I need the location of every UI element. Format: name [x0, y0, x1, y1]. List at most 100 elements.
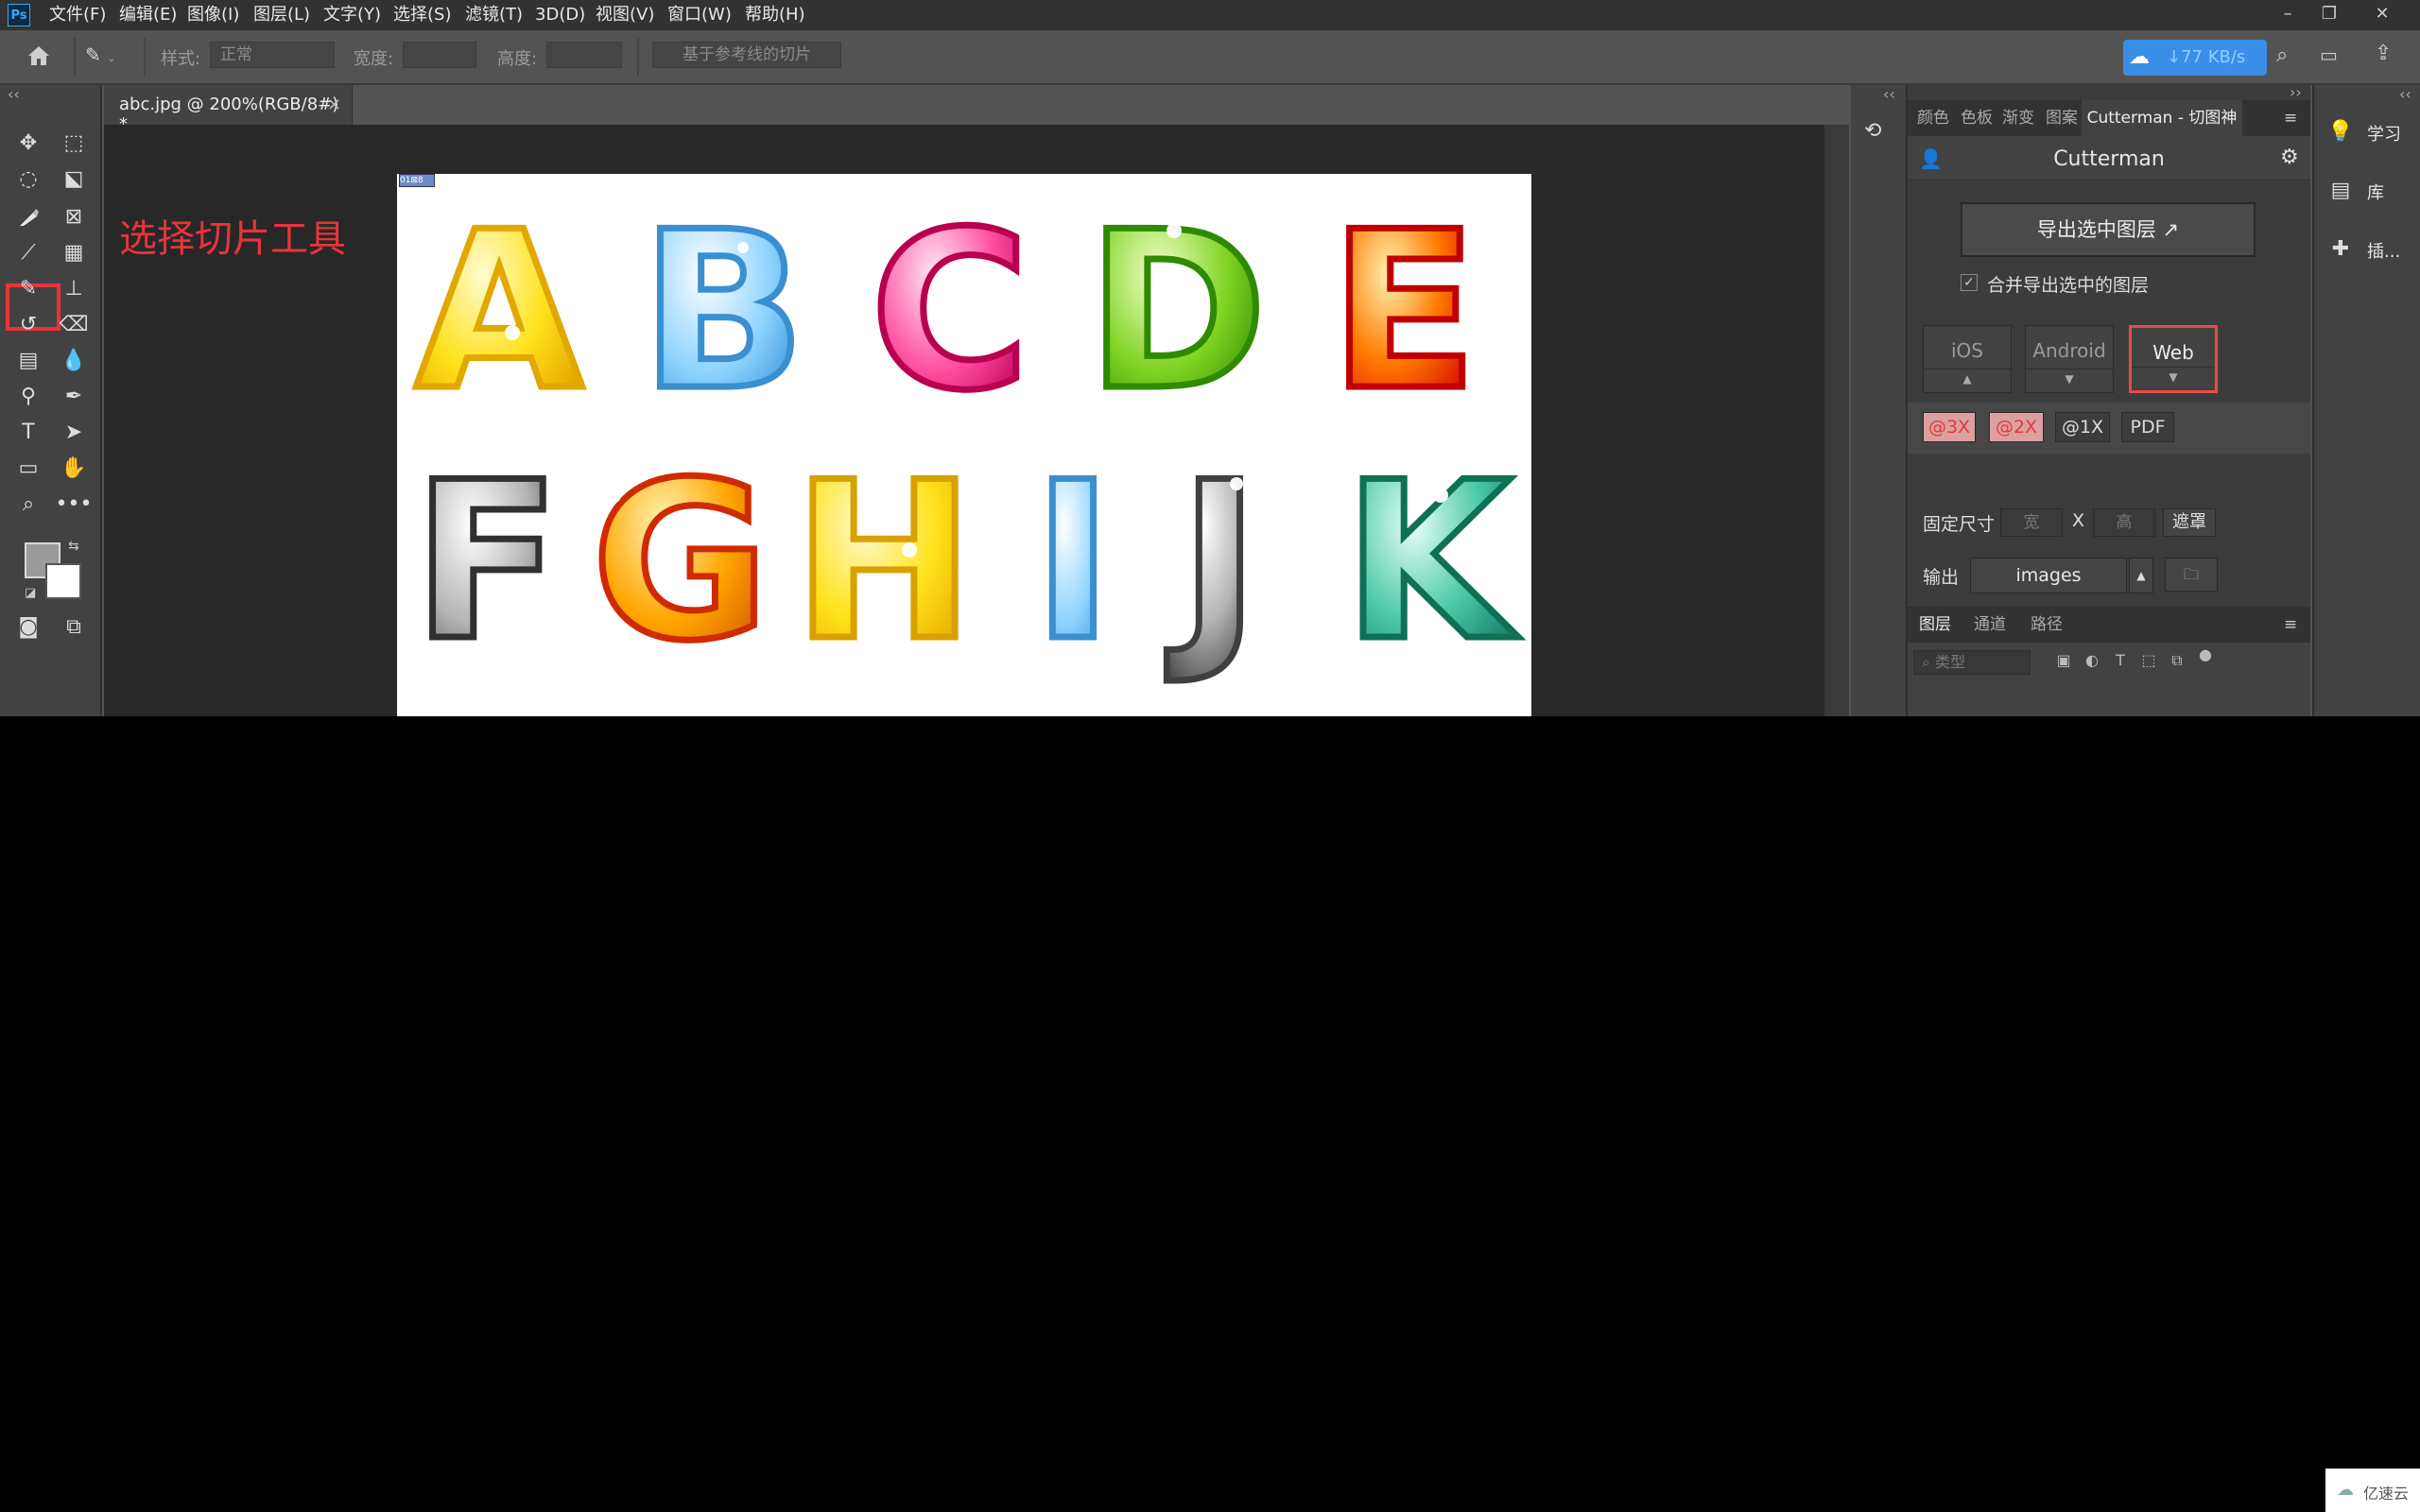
merge-export-checkbox[interactable]: ✓ — [1961, 274, 1978, 291]
hand-tool-icon[interactable]: ✋ — [55, 452, 93, 486]
slice-tool-icon[interactable] — [9, 200, 47, 234]
cutterman-header: 👤 Cutterman ⚙ — [1908, 136, 2310, 180]
scale-2x-button[interactable]: @2X — [1989, 412, 2044, 442]
settings-gear-icon[interactable]: ⚙ — [2280, 146, 2299, 169]
tab-gradients[interactable]: 渐变 — [2002, 100, 2034, 136]
close-window-icon[interactable]: ✕ — [2363, 0, 2401, 30]
letter-f: F — [412, 437, 561, 689]
folder-icon[interactable]: 🗀 — [2165, 558, 2218, 592]
shape-filter-icon[interactable]: ⬚ — [2138, 650, 2159, 671]
menu-image[interactable]: 图像(I) — [187, 0, 239, 30]
menu-3d[interactable]: 3D(D) — [535, 0, 585, 30]
layer-filter-select[interactable]: ⌕ 类型 — [1913, 650, 2031, 675]
platform-ios-button[interactable]: iOS ▲ — [1923, 325, 2012, 393]
lasso-tool-icon[interactable]: ◌ — [9, 163, 47, 197]
platform-ios-label: iOS — [1951, 339, 1983, 362]
expand-panel-icon[interactable]: ›› — [2290, 83, 2302, 101]
side-libraries[interactable]: ▤ 库 — [2314, 164, 2420, 219]
menu-layer[interactable]: 图层(L) — [253, 0, 310, 30]
menu-help[interactable]: 帮助(H) — [745, 0, 805, 30]
menu-type[interactable]: 文字(Y) — [323, 0, 381, 30]
menu-file[interactable]: 文件(F) — [49, 0, 106, 30]
gradient-tool-icon[interactable]: ▤ — [9, 344, 47, 378]
tab-paths[interactable]: 路径 — [2031, 607, 2063, 643]
minimize-icon[interactable]: – — [2269, 0, 2307, 30]
document-tab[interactable]: abc.jpg @ 200%(RGB/8#) * × — [104, 85, 353, 134]
ruler-tool-icon[interactable]: ▦ — [55, 236, 93, 270]
object-select-tool-icon[interactable]: ⬕ — [55, 163, 93, 197]
restore-icon[interactable]: ❐ — [2310, 0, 2348, 30]
collapse-tools-icon[interactable]: ‹‹ — [8, 85, 20, 103]
path-select-tool-icon[interactable]: ➤ — [55, 416, 93, 450]
output-dropdown-icon[interactable]: ▲ — [2129, 558, 2153, 593]
panel-menu-icon[interactable]: ≡ — [2284, 100, 2297, 136]
tab-layers[interactable]: 图层 — [1919, 607, 1951, 644]
output-folder-input[interactable]: images — [1970, 558, 2127, 593]
brush-tool-icon[interactable]: ✎ — [9, 272, 47, 306]
menu-select[interactable]: 选择(S) — [393, 0, 451, 30]
zoom-tool-icon[interactable]: ⌕ — [9, 488, 47, 522]
document-image[interactable]: A B C D E F G H I J K — [397, 174, 1531, 716]
default-colors-icon[interactable]: ◪ — [25, 586, 36, 600]
fixed-width-input[interactable]: 宽 — [2000, 508, 2063, 537]
frame-tool-icon[interactable]: ⊠ — [55, 200, 93, 234]
collapse-dock-icon[interactable]: ‹‹ — [1883, 85, 1895, 103]
dodge-tool-icon[interactable]: ⚲ — [9, 380, 47, 414]
quick-mask-icon[interactable]: ◙ — [9, 610, 47, 644]
menu-filter[interactable]: 滤镜(T) — [465, 0, 523, 30]
type-tool-icon[interactable]: T — [9, 416, 47, 450]
pdf-button[interactable]: PDF — [2121, 412, 2174, 442]
eraser-tool-icon[interactable]: ⌫ — [55, 308, 93, 342]
marquee-tool-icon[interactable]: ⬚ — [55, 127, 93, 161]
export-selected-layers-button[interactable]: 导出选中图层 ↗ — [1961, 202, 2256, 257]
height-input[interactable] — [546, 42, 622, 68]
scale-3x-button[interactable]: @3X — [1923, 412, 1976, 442]
slices-from-guides-button[interactable]: 基于参考线的切片 — [652, 42, 841, 68]
search-icon[interactable]: ⌕ — [2276, 43, 2305, 72]
screen-mode-icon[interactable]: ⧉ — [55, 610, 93, 644]
platform-android-button[interactable]: Android ▼ — [2025, 325, 2114, 393]
background-color-swatch[interactable] — [45, 563, 81, 599]
eyedropper-tool-icon[interactable]: ⟋ — [9, 236, 47, 270]
pen-tool-icon[interactable]: ✒ — [55, 380, 93, 414]
annotation-text: 选择切片工具 — [119, 217, 346, 261]
vertical-scrollbar[interactable] — [1824, 125, 1849, 716]
tab-swatches[interactable]: 色板 — [1961, 100, 1993, 136]
move-tool-icon[interactable]: ✥ — [9, 127, 47, 161]
menu-window[interactable]: 窗口(W) — [667, 0, 732, 30]
fixed-height-input[interactable]: 高 — [2093, 508, 2155, 537]
smart-object-filter-icon[interactable]: ⧉ — [2167, 650, 2187, 671]
tab-color[interactable]: 颜色 — [1917, 100, 1949, 136]
side-plugins[interactable]: ✚ 插... — [2314, 223, 2420, 278]
swap-colors-icon[interactable]: ⇆ — [68, 539, 79, 554]
scale-1x-button[interactable]: @1X — [2055, 412, 2110, 442]
width-input[interactable] — [403, 42, 476, 68]
adjustment-filter-icon[interactable]: ◐ — [2082, 650, 2102, 671]
more-tools-icon[interactable]: ••• — [55, 488, 93, 522]
stamp-tool-icon[interactable]: ⊥ — [55, 272, 93, 306]
menu-edit[interactable]: 编辑(E) — [119, 0, 177, 30]
slice-tool-preset-icon[interactable]: ✎ ⌄ — [85, 43, 127, 72]
blur-tool-icon[interactable]: 💧 — [55, 344, 93, 378]
rectangle-tool-icon[interactable]: ▭ — [9, 452, 47, 486]
platform-web-button[interactable]: Web ▼ — [2129, 325, 2218, 393]
collapse-side-icon[interactable]: ‹‹ — [2399, 85, 2411, 103]
output-label: 输出 — [1923, 567, 1960, 588]
tab-patterns[interactable]: 图案 — [2046, 100, 2078, 136]
mask-button[interactable]: 遮罩 — [2163, 508, 2216, 537]
menu-view[interactable]: 视图(V) — [596, 0, 654, 30]
close-tab-icon[interactable]: × — [327, 94, 341, 114]
share-icon[interactable]: ⇪ — [2375, 42, 2403, 70]
style-select[interactable]: 正常 — [210, 42, 335, 68]
workspace-icon[interactable]: ▭ — [2320, 43, 2348, 72]
history-brush-tool-icon[interactable]: ↺ — [9, 308, 47, 342]
filter-toggle-icon[interactable]: ● — [2195, 644, 2216, 665]
tab-channels[interactable]: 通道 — [1974, 607, 2006, 643]
history-panel-icon[interactable]: ⟲ — [1864, 119, 1893, 147]
layers-menu-icon[interactable]: ≡ — [2284, 607, 2297, 643]
tab-cutterman[interactable]: Cutterman - 切图神器 — [2082, 100, 2242, 163]
home-icon[interactable] — [25, 42, 57, 74]
side-learn[interactable]: 💡 学习 — [2314, 106, 2420, 161]
pixel-layer-filter-icon[interactable]: ▣ — [2053, 650, 2074, 671]
type-filter-icon[interactable]: T — [2110, 650, 2131, 671]
